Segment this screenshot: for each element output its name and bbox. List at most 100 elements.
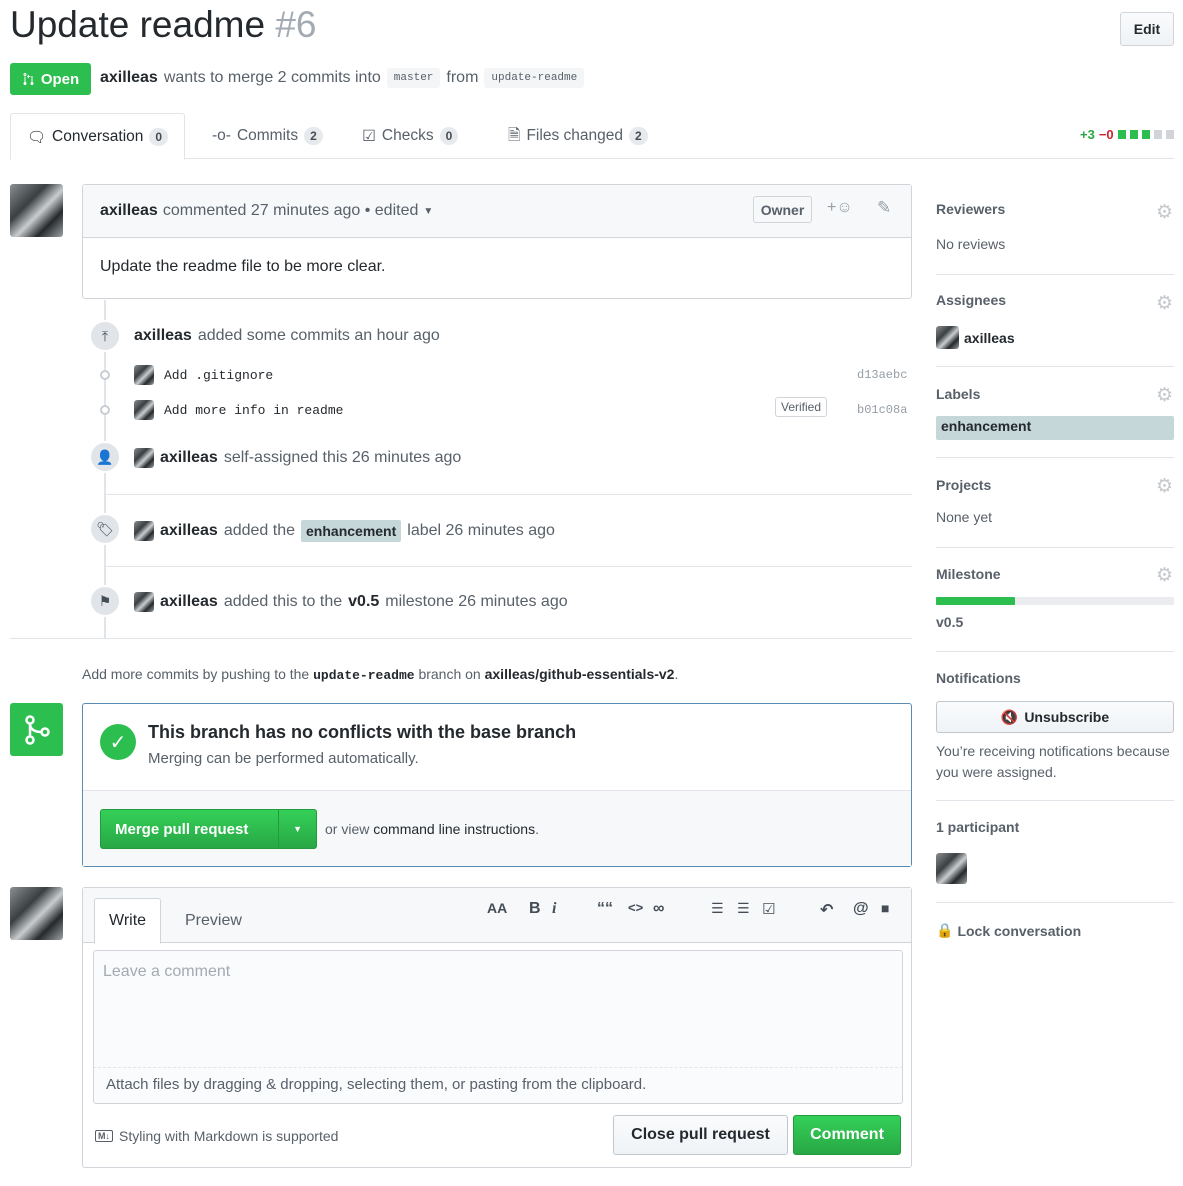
actor-link[interactable]: axilleas — [160, 449, 218, 467]
milestone-link[interactable]: v0.5 — [348, 593, 379, 611]
label-chip[interactable]: enhancement — [301, 520, 402, 542]
page-title: Update readme #6 — [10, 4, 316, 46]
tab-counter: 2 — [304, 127, 323, 145]
heading-icon[interactable]: AA — [487, 900, 507, 916]
projects-value: None yet — [936, 509, 993, 525]
bold-icon[interactable]: B — [529, 900, 541, 918]
participant-avatar[interactable] — [936, 853, 967, 884]
projects-heading[interactable]: Projects — [936, 477, 991, 493]
pencil-icon[interactable]: ✎ — [877, 198, 891, 218]
verified-badge[interactable]: Verified — [775, 397, 828, 417]
event-text: milestone 26 minutes ago — [385, 593, 568, 610]
gear-icon[interactable]: ⚙ — [1156, 564, 1173, 587]
event-text: self-assigned this 26 minutes ago — [223, 449, 462, 466]
reviewers-value: No reviews — [936, 236, 1006, 252]
assignees-heading[interactable]: Assignees — [936, 292, 1006, 308]
milestone-link[interactable]: v0.5 — [936, 614, 963, 630]
base-branch[interactable]: master — [386, 68, 441, 88]
avatar[interactable] — [134, 592, 154, 612]
actor-link[interactable]: axilleas — [160, 522, 218, 540]
commit-sha[interactable]: d13aebc — [857, 368, 907, 382]
avatar[interactable] — [134, 400, 154, 420]
tab-label: Conversation — [52, 127, 144, 145]
quote-icon[interactable]: ““ — [597, 900, 613, 918]
ordered-list-icon[interactable]: ☰ — [737, 900, 750, 917]
tab-files-changed[interactable]: 🗎 Files changed 2 — [492, 113, 664, 159]
edit-button[interactable]: Edit — [1120, 12, 1174, 46]
commit-message[interactable]: Add more info in readme — [164, 403, 343, 418]
markdown-note[interactable]: M↓ Styling with Markdown is supported — [95, 1128, 338, 1144]
gear-icon[interactable]: ⚙ — [1156, 475, 1173, 498]
comment-meta[interactable]: commented 27 minutes ago • edited — [163, 202, 419, 220]
unordered-list-icon[interactable]: ☰ — [711, 900, 724, 917]
person-icon: 👤 — [89, 441, 121, 473]
unsubscribe-label: Unsubscribe — [1024, 709, 1110, 725]
reviewers-heading[interactable]: Reviewers — [936, 201, 1005, 217]
comment-textarea[interactable]: Leave a comment — [93, 950, 903, 1068]
avatar[interactable] — [134, 521, 154, 541]
bookmark-icon[interactable]: ■ — [881, 900, 889, 916]
hint-repo-link[interactable]: axilleas/github-essentials-v2 — [485, 666, 675, 682]
actor-link[interactable]: axilleas — [134, 327, 192, 345]
caret-down-icon[interactable]: ▼ — [278, 810, 316, 848]
assignee-item[interactable]: axilleas — [936, 326, 1015, 349]
commit-message[interactable]: Add .gitignore — [164, 368, 273, 383]
milestone-heading[interactable]: Milestone — [936, 566, 1001, 582]
merge-button[interactable]: Merge pull request ▼ — [100, 809, 317, 849]
italic-icon[interactable]: i — [552, 900, 556, 918]
unsubscribe-button[interactable]: 🔇 Unsubscribe — [936, 701, 1174, 733]
gear-icon[interactable]: ⚙ — [1156, 201, 1173, 224]
repo-push-icon: ⤒ — [89, 320, 121, 352]
diffstat-added: +3 — [1080, 127, 1095, 142]
from-text: from — [446, 69, 479, 86]
tab-preview[interactable]: Preview — [171, 898, 256, 944]
tag-icon: 🏷 — [89, 513, 121, 545]
tab-checks[interactable]: ☑ Checks 0 — [346, 113, 474, 159]
hint-text: . — [674, 666, 679, 682]
diffstat[interactable]: +3 −0 — [1080, 127, 1174, 142]
hint-branch[interactable]: update-readme — [313, 668, 414, 683]
tab-commits[interactable]: -o- Commits 2 — [196, 113, 339, 159]
event-text: label 26 minutes ago — [407, 522, 555, 539]
lock-conversation[interactable]: 🔒 Lock conversation — [936, 922, 1081, 939]
reply-icon[interactable]: ↶ — [820, 900, 833, 920]
avatar[interactable] — [10, 887, 63, 940]
mention-icon[interactable]: @ — [853, 900, 869, 918]
label-chip[interactable]: enhancement — [936, 416, 1174, 440]
tab-conversation[interactable]: 🗨 Conversation 0 — [10, 113, 186, 160]
gear-icon[interactable]: ⚙ — [1156, 384, 1173, 407]
merge-status-subtitle: Merging can be performed automatically. — [148, 750, 419, 767]
hint-text: Add more commits by pushing to the — [82, 666, 310, 682]
commit-sha[interactable]: b01c08a — [857, 403, 907, 417]
sidebar-divider — [936, 902, 1174, 903]
avatar[interactable] — [10, 184, 63, 237]
markdown-note-text: Styling with Markdown is supported — [119, 1128, 339, 1144]
timeline-end-divider — [10, 638, 912, 639]
add-reaction-icon[interactable]: +☺ — [827, 199, 853, 217]
gear-icon[interactable]: ⚙ — [1156, 292, 1173, 315]
caret-down-icon[interactable]: ▼ — [423, 206, 433, 217]
timeline-self-assigned: axilleas self-assigned this 26 minutes a… — [134, 448, 461, 468]
notifications-reason: You’re receiving notifications because y… — [936, 743, 1170, 780]
tasklist-icon[interactable]: ☑ — [762, 900, 775, 918]
pr-tabs: 🗨 Conversation 0 -o- Commits 2 ☑ Checks … — [10, 113, 1174, 160]
avatar[interactable] — [134, 448, 154, 468]
diffstat-block — [1141, 130, 1150, 139]
tab-counter: 0 — [439, 127, 459, 145]
pr-author-link[interactable]: axilleas — [100, 69, 158, 87]
labels-heading[interactable]: Labels — [936, 386, 980, 402]
tab-write[interactable]: Write — [94, 898, 162, 944]
comment-body: Update the readme file to be more clear. — [100, 258, 386, 275]
tab-label: Commits — [236, 127, 299, 144]
comment-author-link[interactable]: axilleas — [100, 202, 158, 220]
head-branch[interactable]: update-readme — [484, 68, 585, 88]
avatar[interactable] — [134, 365, 154, 385]
comment-button[interactable]: Comment — [793, 1115, 901, 1155]
link-icon[interactable]: ∞ — [653, 900, 664, 918]
command-line-link[interactable]: command line instructions — [373, 821, 535, 837]
attach-files-area[interactable]: Attach files by dragging & dropping, sel… — [93, 1068, 903, 1104]
close-pr-button[interactable]: Close pull request — [613, 1115, 788, 1155]
push-hint: Add more commits by pushing to the updat… — [82, 666, 678, 683]
actor-link[interactable]: axilleas — [160, 593, 218, 611]
code-icon[interactable]: <> — [628, 900, 643, 915]
